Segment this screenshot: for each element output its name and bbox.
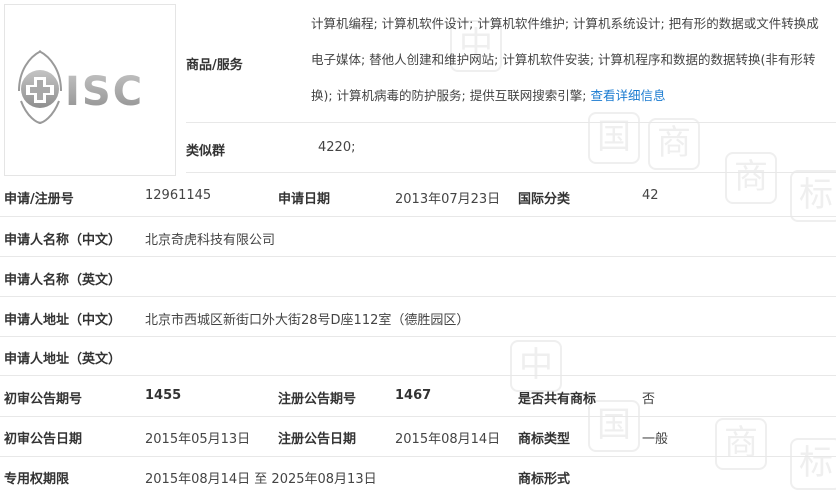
view-details-link[interactable]: 查看详细信息 [590, 88, 665, 103]
shared-label: 是否共有商标 [518, 392, 597, 407]
tm-form-label: 商标形式 [518, 472, 571, 487]
reg-pub-date-value: 2015年08月14日 [395, 432, 501, 447]
divider [186, 122, 836, 123]
divider [0, 256, 836, 257]
exclusive-period-label: 专用权期限 [4, 472, 70, 487]
divider [0, 216, 836, 217]
svg-text:ISC: ISC [65, 69, 144, 115]
watermark-glyph: 标 [790, 170, 836, 222]
prelim-date-label: 初审公告日期 [4, 432, 83, 447]
reg-pub-date-label: 注册公告日期 [278, 432, 357, 447]
divider [0, 296, 836, 297]
applicant-cn-label: 申请人名称（中文） [4, 233, 122, 248]
watermark-glyph: 商 [725, 152, 777, 204]
app-date-value: 2013年07月23日 [395, 192, 501, 207]
reg-no-value: 12961145 [145, 188, 212, 203]
goods-text: 计算机编程; 计算机软件设计; 计算机软件维护; 计算机系统设计; 把有形的数据… [311, 6, 831, 114]
divider [0, 416, 836, 417]
address-cn-value: 北京市西城区新街口外大街28号D座112室（德胜园区） [145, 313, 470, 328]
prelim-date-value: 2015年05月13日 [145, 432, 251, 447]
watermark-glyph: 国 [588, 400, 640, 452]
isc-logo: ISC [18, 50, 144, 124]
divider [186, 172, 836, 173]
tm-type-label: 商标类型 [518, 432, 571, 447]
reg-pub-no-value: 1467 [395, 388, 432, 403]
address-en-label: 申请人地址（英文） [4, 352, 122, 367]
prelim-no-label: 初审公告期号 [4, 392, 83, 407]
watermark-glyph: 中 [510, 340, 562, 392]
goods-items: 计算机编程; 计算机软件设计; 计算机软件维护; 计算机系统设计; 把有形的数据… [311, 16, 819, 103]
intl-class-value: 42 [642, 188, 659, 203]
divider [0, 375, 836, 376]
similar-group-label: 类似群 [186, 144, 226, 159]
watermark-glyph: 商 [715, 418, 767, 470]
app-date-label: 申请日期 [278, 192, 331, 207]
address-cn-label: 申请人地址（中文） [4, 313, 122, 328]
goods-label: 商品/服务 [186, 58, 243, 73]
reg-pub-no-label: 注册公告期号 [278, 392, 357, 407]
divider [0, 336, 836, 337]
trademark-image: ISC [4, 4, 176, 176]
divider [0, 456, 836, 457]
shared-value: 否 [642, 392, 656, 407]
exclusive-period-value: 2015年08月14日 至 2025年08月13日 [145, 472, 377, 487]
watermark-glyph: 国 [588, 112, 640, 164]
watermark-glyph: 商 [648, 118, 700, 170]
reg-no-label: 申请/注册号 [4, 192, 74, 207]
tm-type-value: 一般 [642, 432, 669, 447]
applicant-cn-value: 北京奇虎科技有限公司 [145, 233, 276, 248]
watermark-glyph: 标 [790, 438, 836, 490]
intl-class-label: 国际分类 [518, 192, 571, 207]
similar-group-value: 4220; [318, 140, 356, 155]
prelim-no-value: 1455 [145, 388, 182, 403]
applicant-en-label: 申请人名称（英文） [4, 273, 122, 288]
